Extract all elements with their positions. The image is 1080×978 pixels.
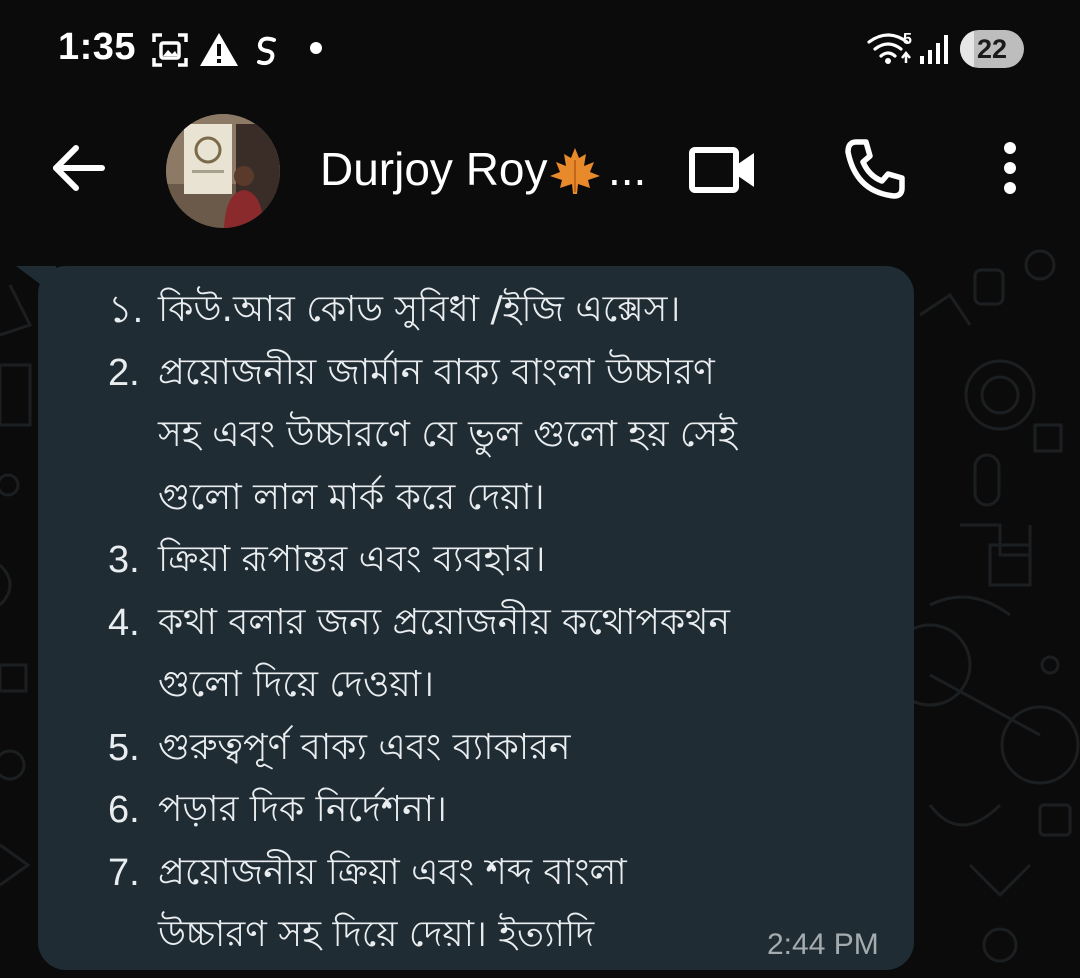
contact-name[interactable]: Durjoy Roy — [320, 142, 548, 196]
wifi-icon: 5 — [867, 31, 912, 64]
list-item-line: প্রয়োজনীয় ক্রিয়া এবং শব্দ বাংলা — [158, 851, 627, 893]
list-item-line: উচ্চারণ সহ দিয়ে দেয়া। ইত্যাদি — [158, 914, 595, 955]
screenshot-icon — [152, 33, 188, 67]
list-item-line: সহ এবং উচ্চারণে যে ভুল গুলো হয় সেই — [158, 414, 737, 455]
notification-dot-icon — [310, 42, 322, 54]
list-item-line: গুলো লাল মার্ক করে দেয়া। — [158, 476, 545, 518]
list-item-line: প্রয়োজনীয় জার্মান বাক্য বাংলা উচ্চারণ — [158, 351, 715, 393]
avatar[interactable] — [166, 114, 280, 228]
more-vert-icon[interactable] — [990, 138, 1030, 198]
signal-icon — [920, 35, 948, 64]
list-item-line: গুলো দিয়ে দেওয়া। — [158, 664, 434, 705]
whatsapp-chat-screen: 1:35 5 22 Durjoy Roy ... ১. কিউ.আর কোড স… — [0, 0, 1080, 978]
list-item-line: ক্রিয়া রূপান্তর এবং ব্যবহার। — [158, 539, 546, 580]
back-arrow-icon[interactable] — [46, 140, 110, 196]
battery-level: 22 — [976, 34, 1008, 64]
list-item-number: 7. — [108, 851, 140, 894]
list-item-line: কিউ.আর কোড সুবিধা /ইজি এক্সেস। — [158, 289, 681, 330]
name-truncation: ... — [608, 143, 647, 195]
phone-icon[interactable] — [842, 136, 908, 202]
chat-header: Durjoy Roy ... — [0, 100, 1080, 245]
list-item-line: গুরুত্বপূর্ণ বাক্য এবং ব্যাকারন — [158, 726, 571, 768]
payment-icon — [257, 36, 276, 66]
list-item-number: 6. — [108, 789, 140, 831]
battery-indicator: 22 — [960, 30, 1024, 68]
battery-fill — [960, 30, 975, 68]
warning-icon — [200, 33, 238, 66]
status-bar: 1:35 5 22 — [0, 0, 1080, 100]
video-call-icon[interactable] — [686, 140, 758, 200]
network-badge: 5 — [903, 31, 912, 48]
list-item-number: 2. — [108, 351, 140, 394]
status-time: 1:35 — [58, 26, 137, 68]
list-item-number: 4. — [108, 601, 140, 644]
list-item-line: পড়ার দিক নির্দেশনা। — [158, 789, 447, 830]
list-item-line: কথা বলার জন্য প্রয়োজনীয় কথোপকথন — [158, 601, 730, 643]
list-item-number: 5. — [108, 726, 140, 769]
list-item-number: ১. — [108, 289, 144, 331]
maple-leaf-icon — [550, 148, 600, 194]
list-item-number: 3. — [108, 539, 140, 581]
message-timestamp: 2:44 PM — [767, 928, 879, 961]
